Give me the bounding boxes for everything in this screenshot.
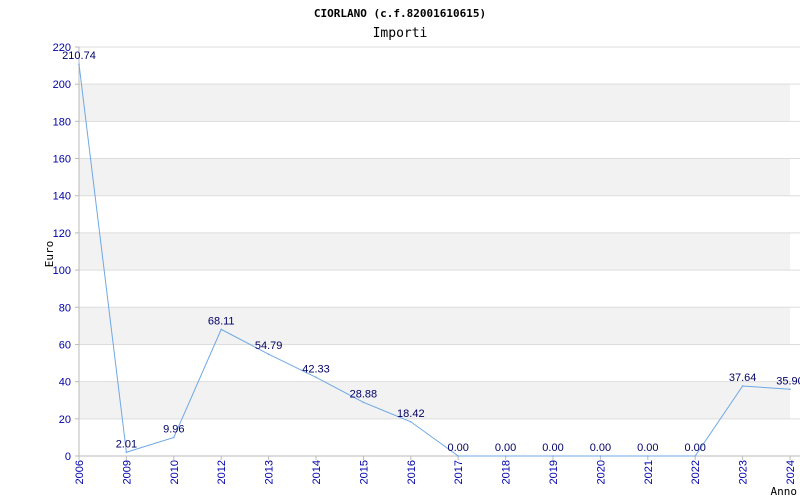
y-tick-label: 80 <box>59 302 71 314</box>
x-tick-label: 2018 <box>501 460 513 484</box>
x-tick-label: 2024 <box>785 460 797 484</box>
y-axis-title: Euro <box>43 241 56 268</box>
data-label: 210.74 <box>62 50 96 62</box>
data-label: 0.00 <box>684 442 705 454</box>
y-tick-label: 180 <box>53 116 71 128</box>
y-tick-label: 160 <box>53 154 71 166</box>
data-point <box>504 455 507 457</box>
data-label: 68.11 <box>208 315 235 327</box>
x-tick-label: 2019 <box>548 460 560 484</box>
data-point <box>362 401 365 404</box>
data-label: 18.42 <box>397 408 425 420</box>
grid-band <box>79 232 790 271</box>
y-tick-label: 60 <box>59 339 71 351</box>
data-point <box>315 376 317 379</box>
y-tick-label: 20 <box>59 414 71 426</box>
data-label: 0.00 <box>542 442 563 454</box>
data-point <box>552 455 554 457</box>
data-point <box>410 420 412 423</box>
x-tick-labels: 2006 2009 2010 2012 2013 2014 2015 2016 2017 2018… <box>74 456 797 484</box>
data-label: 0.00 <box>590 442 611 454</box>
data-point <box>78 63 80 66</box>
x-tick-label: 2016 <box>406 460 418 484</box>
grid-band <box>79 381 790 419</box>
data-point <box>457 455 460 457</box>
x-tick-label: 2023 <box>738 460 750 484</box>
line-chart: 020406080100120140160180200220 2006 2009 2… <box>43 7 800 498</box>
data-point <box>220 328 222 331</box>
x-tick-label: 2014 <box>311 460 323 484</box>
data-label: 9.96 <box>163 423 184 435</box>
y-tick-label: 40 <box>59 377 71 389</box>
data-label: 0.00 <box>495 442 516 454</box>
data-label: 35.90 <box>776 375 800 387</box>
x-tick-label: 2017 <box>453 460 465 484</box>
data-point <box>125 451 128 454</box>
x-axis-title: Anno <box>771 485 798 498</box>
grid-band <box>79 84 790 122</box>
y-tick-label: 120 <box>53 228 71 240</box>
x-tick-label: 2021 <box>643 460 655 484</box>
y-tick-label: 140 <box>53 191 71 203</box>
grid-band <box>79 307 790 345</box>
data-point <box>647 455 649 457</box>
x-tick-label: 2020 <box>595 460 607 484</box>
data-point <box>599 455 602 457</box>
y-tick-labels: 020406080100120140160180200220 <box>53 42 79 463</box>
data-point <box>694 455 696 457</box>
x-tick-label: 2013 <box>264 460 276 484</box>
data-label: 2.01 <box>116 438 137 450</box>
data-point <box>173 436 175 439</box>
grid-bands <box>79 84 790 419</box>
x-tick-label: 2010 <box>169 460 181 484</box>
x-tick-label: 2012 <box>216 460 228 484</box>
y-tick-label: 0 <box>65 451 71 463</box>
x-tick-label: 2006 <box>74 460 86 484</box>
grid-band <box>79 158 790 196</box>
data-label: 0.00 <box>447 442 468 454</box>
x-tick-label: 2009 <box>121 460 133 484</box>
chart-title: CIORLANO (c.f.82001610615) <box>314 7 486 20</box>
x-tick-label: 2015 <box>358 460 370 484</box>
y-tick-label: 200 <box>53 79 71 91</box>
data-label: 28.88 <box>350 388 378 400</box>
data-point <box>741 385 744 387</box>
chart-subtitle: Importi <box>373 26 428 41</box>
data-label: 0.00 <box>637 442 658 454</box>
data-label: 54.79 <box>255 340 283 352</box>
data-point <box>267 353 270 355</box>
data-point <box>789 388 791 391</box>
data-label: 37.64 <box>729 372 757 384</box>
data-label: 42.33 <box>302 363 330 375</box>
x-tick-label: 2022 <box>690 460 702 484</box>
